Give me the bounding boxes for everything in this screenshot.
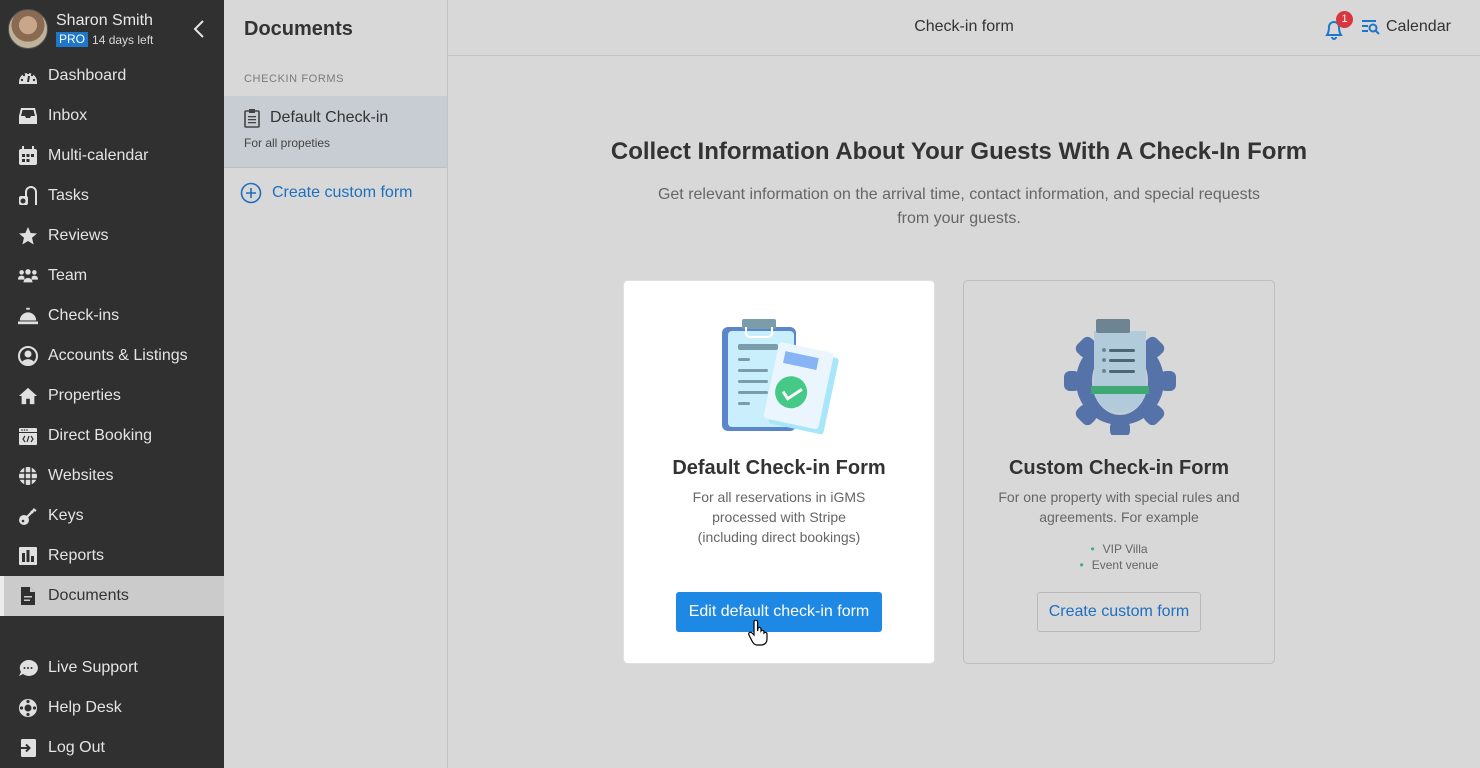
nav-label: Check-ins [48,307,120,324]
plus-circle-icon [240,182,262,204]
custom-form-card: Custom Check-in Form For one property wi… [963,280,1275,664]
nav-label: Reviews [48,227,109,244]
gear-clipboard-illustration [1064,319,1176,435]
nav-label: Direct Booking [48,427,153,444]
nav-label: Websites [48,467,114,484]
nav-label: Accounts & Listings [48,347,188,364]
nav-item-documents[interactable]: Documents [0,576,224,616]
key-icon [18,506,38,526]
main-content: Check-in form 1 Calendar Collect Informa… [448,0,1480,768]
nav-item-properties[interactable]: Properties [0,376,224,416]
inbox-icon [18,106,38,126]
nav-label: Live Support [48,659,138,676]
nav-item-accounts-listings[interactable]: Accounts & Listings [0,336,224,376]
code-window-icon [18,426,38,446]
calendar-search-icon [1362,20,1380,35]
home-icon [18,386,38,406]
nav-label: Properties [48,387,121,404]
nav-item-reviews[interactable]: Reviews [0,216,224,256]
nav-item-inbox[interactable]: Inbox [0,96,224,136]
description-line: For one property with special rules and [998,489,1240,505]
logout-icon [18,738,38,758]
create-custom-form-button[interactable]: Create custom form [1037,592,1201,632]
panel-item-default-check-in[interactable]: Default Check-in For all propeties [224,96,447,168]
star-icon [18,226,38,246]
nav-label: Log Out [48,739,105,756]
document-icon [18,586,38,606]
example-item: Event venue [964,557,1274,573]
nav-label: Team [48,267,88,284]
panel-title: Documents [244,18,353,40]
documents-panel: Documents CHECKIN FORMS Default Check-in… [224,0,448,768]
topbar: Check-in form 1 Calendar [448,0,1480,56]
default-card-description: For all reservations in iGMS processed w… [644,487,914,547]
nav-item-log-out[interactable]: Log Out [0,728,224,768]
nav-label: Documents [48,587,129,604]
create-custom-form-label: Create custom form [272,184,413,201]
users-icon [18,266,38,286]
lifebuoy-icon [18,698,38,718]
custom-card-description: For one property with special rules and … [984,487,1254,527]
nav-item-tasks[interactable]: Tasks [0,176,224,216]
main-sidebar: Sharon Smith PRO 14 days left Dashboard … [0,0,224,768]
avatar[interactable] [8,9,48,49]
example-list: VIP Villa Event venue [964,541,1274,573]
nav-item-multi-calendar[interactable]: Multi-calendar [0,136,224,176]
panel-item-sublabel: For all propeties [244,136,331,150]
nav-item-websites[interactable]: Websites [0,456,224,496]
section-label: CHECKIN FORMS [244,73,345,85]
nav-item-help-desk[interactable]: Help Desk [0,688,224,728]
edit-default-form-button[interactable]: Edit default check-in form [676,592,882,632]
calendar-icon [18,146,38,166]
nav-label: Reports [48,547,105,564]
example-item: VIP Villa [964,541,1274,557]
description-line: agreements. For example [1039,509,1199,525]
user-profile[interactable]: Sharon Smith PRO 14 days left [0,0,224,58]
plan-badge: PRO [56,32,89,47]
description-line: For all reservations in iGMS [692,489,866,505]
nav-label: Keys [48,507,84,524]
nav-item-check-ins[interactable]: Check-ins [0,296,224,336]
dashboard-icon [18,66,38,86]
notification-badge: 1 [1336,11,1353,28]
vacuum-icon [18,186,38,206]
nav-label: Dashboard [48,67,127,84]
chat-icon [18,658,38,678]
nav-item-dashboard[interactable]: Dashboard [0,56,224,96]
nav-label: Inbox [48,107,88,124]
description-line: processed with Stripe [712,509,846,525]
clipboard-icon [244,109,260,128]
description-line: (including direct bookings) [697,529,861,545]
nav-label: Tasks [48,187,89,204]
user-name: Sharon Smith [56,12,153,29]
nav-item-keys[interactable]: Keys [0,496,224,536]
hero-subtitle: Get relevant information on the arrival … [657,186,1261,227]
custom-card-title: Custom Check-in Form [1008,457,1230,479]
clipboard-check-illustration [722,319,839,435]
create-custom-form-link[interactable]: Create custom form [224,168,447,204]
chevron-left-icon[interactable] [192,18,206,40]
hero-title: Collect Information About Your Guests Wi… [610,138,1308,165]
calendar-label: Calendar [1386,18,1451,35]
nav-label: Help Desk [48,699,122,716]
nav-item-direct-booking[interactable]: Direct Booking [0,416,224,456]
nav-item-live-support[interactable]: Live Support [0,648,224,688]
nav-item-reports[interactable]: Reports [0,536,224,576]
calendar-button[interactable]: Calendar [1362,18,1451,36]
user-circle-icon [18,346,38,366]
bar-chart-icon [18,546,38,566]
trial-status: 14 days left [92,32,154,47]
panel-item-label: Default Check-in [270,109,389,126]
nav-label: Multi-calendar [48,147,149,164]
globe-icon [18,466,38,486]
concierge-bell-icon [18,306,38,326]
nav-item-team[interactable]: Team [0,256,224,296]
default-card-title: Default Check-in Form [672,457,886,479]
default-form-card: Default Check-in Form For all reservatio… [623,280,935,664]
